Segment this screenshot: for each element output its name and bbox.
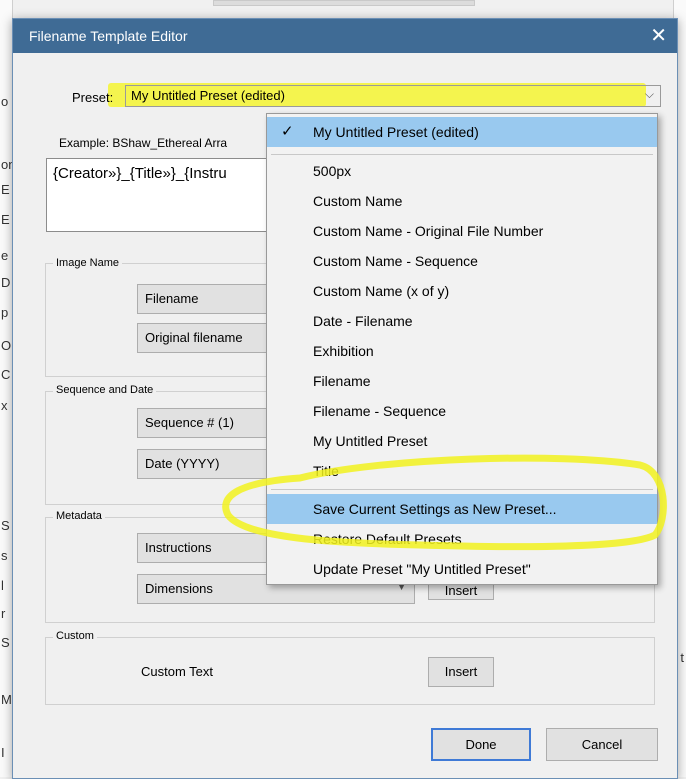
bg-text: E	[1, 182, 10, 197]
cancel-button[interactable]: Cancel	[546, 728, 658, 761]
menu-item[interactable]: My Untitled Preset	[267, 426, 657, 456]
chevron-down-icon: ⌵	[644, 87, 654, 101]
menu-item[interactable]: Exhibition	[267, 336, 657, 366]
combo-value: Original filename	[145, 330, 243, 345]
example-value: BShaw_Ethereal Arra	[112, 136, 228, 150]
bg-text: e	[1, 248, 9, 263]
menu-item[interactable]: Date - Filename	[267, 306, 657, 336]
menu-separator	[271, 489, 653, 490]
bg-text: t	[680, 650, 684, 665]
checkmark-icon: ✓	[281, 123, 294, 140]
menu-item-current-preset[interactable]: ✓ My Untitled Preset (edited)	[267, 117, 657, 147]
dialog-titlebar: Filename Template Editor ✕	[13, 19, 677, 53]
bg-text: S	[1, 518, 10, 533]
menu-item[interactable]: Title	[267, 456, 657, 486]
menu-item-restore-defaults[interactable]: Restore Default Presets	[267, 524, 657, 554]
menu-item[interactable]: Filename	[267, 366, 657, 396]
bg-text: p	[1, 305, 9, 320]
combo-value: Date (YYYY)	[145, 456, 220, 471]
custom-text-label: Custom Text	[141, 664, 214, 679]
bg-text: E	[1, 212, 10, 227]
menu-separator	[271, 154, 653, 155]
custom-insert-button[interactable]: Insert	[428, 657, 494, 687]
sequence-date-group-title: Sequence and Date	[53, 384, 157, 396]
menu-item-label: Title	[313, 463, 339, 479]
combo-value: Filename	[145, 291, 199, 306]
combo-value: Dimensions	[145, 581, 213, 596]
preset-dropdown[interactable]: My Untitled Preset (edited) ⌵	[125, 85, 661, 107]
bg-text: o	[1, 94, 9, 109]
custom-group	[45, 637, 655, 705]
custom-group-title: Custom	[53, 630, 97, 642]
bg-text: l	[1, 578, 4, 593]
menu-item[interactable]: 500px	[267, 156, 657, 186]
menu-item-label: My Untitled Preset (edited)	[313, 124, 479, 140]
bg-text: C	[1, 367, 11, 382]
combo-value: Sequence # (1)	[145, 415, 234, 430]
combo-value: Instructions	[145, 540, 212, 555]
menu-item[interactable]: Custom Name - Original File Number	[267, 216, 657, 246]
background-window-edge	[213, 0, 475, 6]
dialog-title: Filename Template Editor	[29, 28, 188, 44]
menu-item-label: Exhibition	[313, 343, 374, 359]
preset-dropdown-menu: ✓ My Untitled Preset (edited) 500px Cust…	[266, 113, 658, 585]
image-name-group-title: Image Name	[53, 257, 122, 269]
bg-text: I	[1, 745, 5, 760]
bg-text: D	[1, 275, 11, 290]
close-icon[interactable]: ✕	[650, 23, 667, 48]
bg-text: O	[1, 338, 12, 353]
example-line: Example: BShaw_Ethereal Arra	[59, 136, 227, 150]
menu-item-update-preset[interactable]: Update Preset "My Untitled Preset"	[267, 554, 657, 584]
bg-text: s	[1, 548, 8, 563]
template-field[interactable]: {Creator»}_{Title»}_{Instru	[46, 158, 282, 232]
bg-text: S	[1, 635, 10, 650]
menu-item-label: Custom Name - Sequence	[313, 253, 478, 269]
menu-item[interactable]: Custom Name	[267, 186, 657, 216]
menu-item-label: Filename - Sequence	[313, 403, 447, 419]
menu-item-label: Custom Name - Original File Number	[313, 223, 544, 239]
menu-item-label: Custom Name	[313, 193, 403, 209]
menu-item[interactable]: Filename - Sequence	[267, 396, 657, 426]
metadata-group-title: Metadata	[53, 510, 105, 522]
example-label: Example:	[59, 136, 110, 150]
menu-item-label: My Untitled Preset	[313, 433, 428, 449]
done-button[interactable]: Done	[431, 728, 531, 761]
menu-item-label: Filename	[313, 373, 371, 389]
menu-item-label: Update Preset "My Untitled Preset"	[313, 561, 531, 577]
menu-item[interactable]: Custom Name (x of y)	[267, 276, 657, 306]
menu-item[interactable]: Custom Name - Sequence	[267, 246, 657, 276]
bg-text: x	[1, 398, 8, 413]
menu-item-label: Custom Name (x of y)	[313, 283, 450, 299]
menu-item-label: Save Current Settings as New Preset...	[313, 501, 557, 517]
menu-item-label: Date - Filename	[313, 313, 413, 329]
bg-text: r	[1, 606, 6, 621]
preset-label: Preset:	[72, 90, 114, 105]
menu-item-label: Restore Default Presets	[313, 531, 462, 547]
menu-item-label: 500px	[313, 163, 352, 179]
preset-value: My Untitled Preset (edited)	[131, 88, 285, 103]
menu-item-save-new-preset[interactable]: Save Current Settings as New Preset...	[267, 494, 657, 524]
template-text: {Creator»}_{Title»}_{Instru	[53, 165, 227, 182]
